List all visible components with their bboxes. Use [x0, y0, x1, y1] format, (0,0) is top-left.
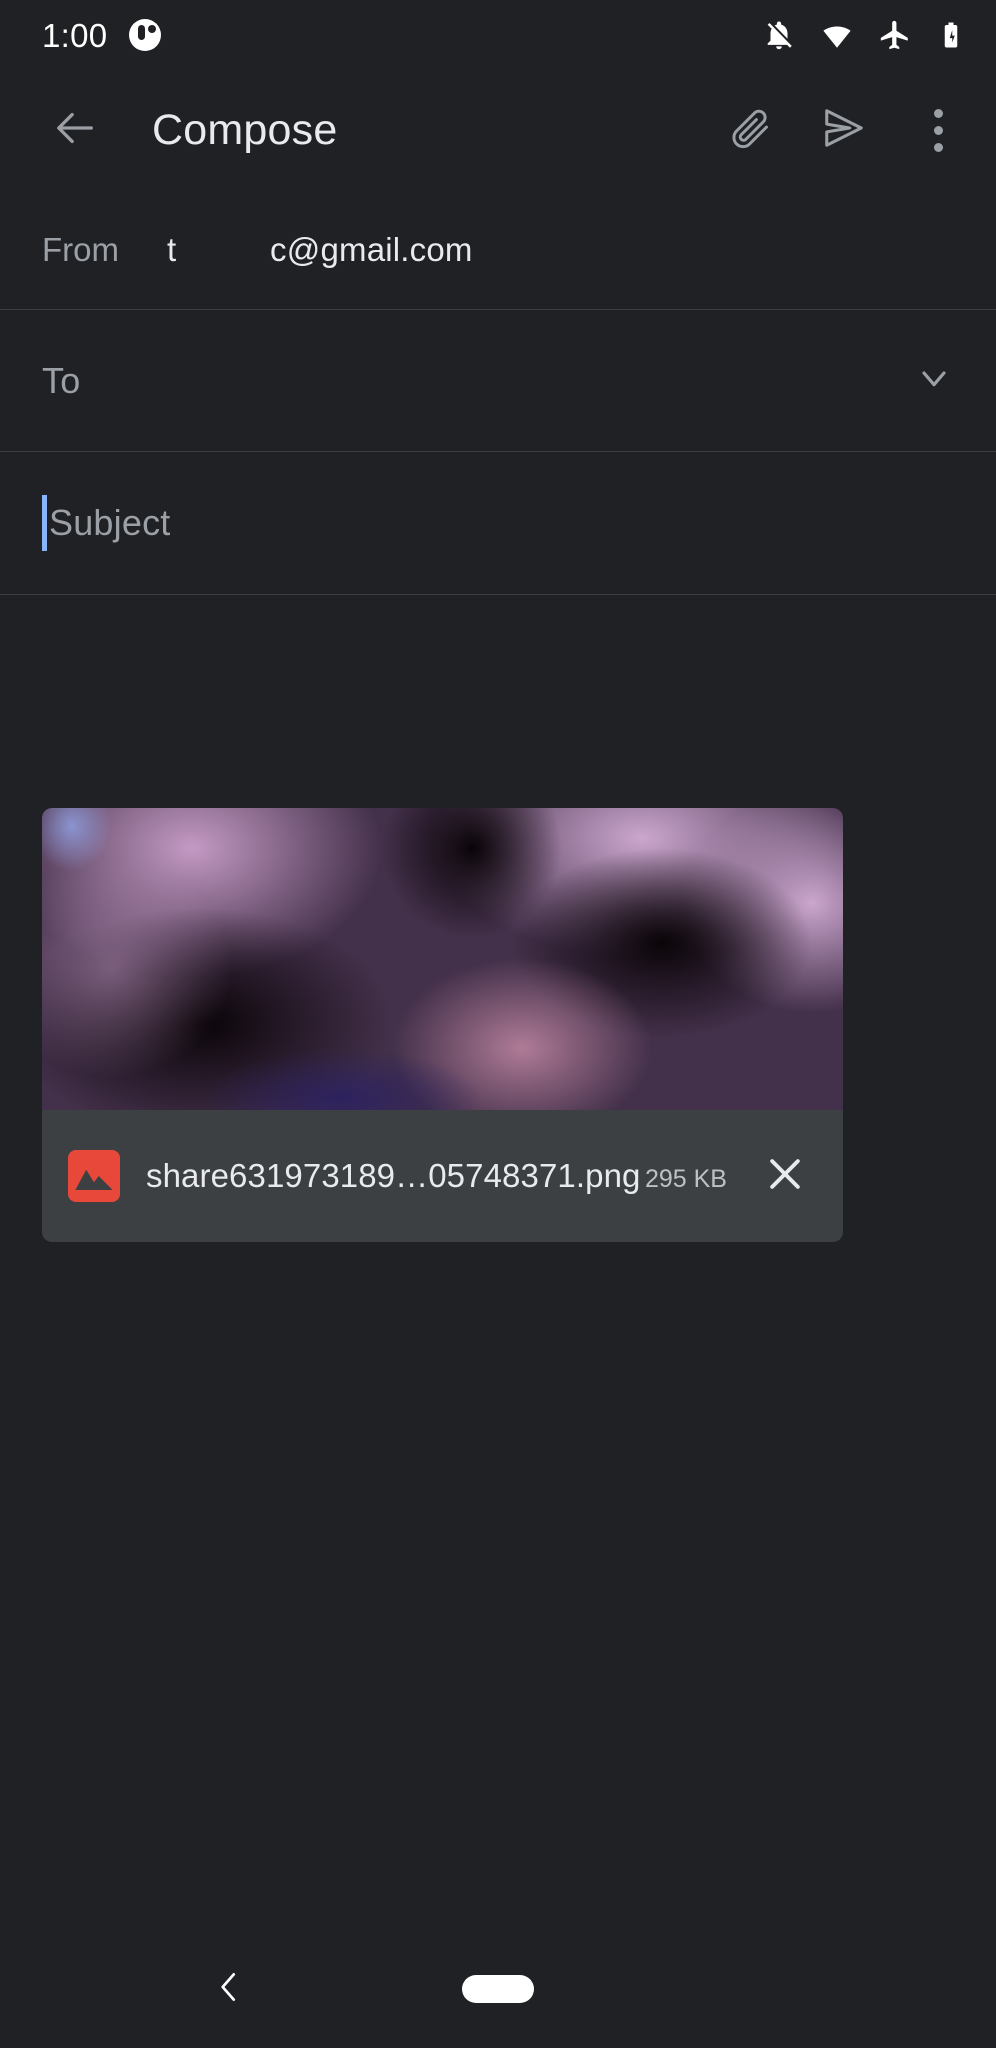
notifications-off-icon — [762, 18, 796, 52]
attachment-thumbnail-image — [42, 808, 843, 1110]
subject-input-placeholder[interactable]: Subject — [49, 502, 170, 544]
image-file-icon — [68, 1150, 120, 1202]
attach-file-icon — [728, 106, 772, 155]
page-title: Compose — [152, 105, 338, 154]
status-bar: 1:00 — [0, 0, 996, 70]
system-navigation-bar — [0, 1930, 996, 2048]
to-field-row[interactable]: To — [0, 310, 996, 452]
system-back-button[interactable] — [194, 1954, 264, 2024]
airplane-mode-icon — [878, 18, 912, 52]
message-body-area[interactable]: share631973189…05748371.png 295 KB — [0, 595, 996, 1930]
attachment-meta-row: share631973189…05748371.png 295 KB — [42, 1110, 843, 1242]
attachment-file-info: share631973189…05748371.png 295 KB — [146, 1157, 727, 1195]
text-caret — [42, 495, 47, 551]
app-bar-actions — [714, 94, 974, 166]
status-bar-clock: 1:00 — [42, 16, 108, 54]
more-options-button[interactable] — [902, 94, 974, 166]
recipients-expand-button[interactable] — [914, 358, 954, 403]
attachment-thumbnail[interactable] — [42, 808, 843, 1110]
attach-file-button[interactable] — [714, 94, 786, 166]
attachment-card[interactable]: share631973189…05748371.png 295 KB — [42, 808, 843, 1242]
close-icon — [763, 1152, 807, 1201]
subject-field-row[interactable]: Subject — [0, 452, 996, 595]
notification-badge-icon — [129, 19, 162, 51]
more-options-icon — [933, 108, 943, 152]
app-bar: Compose — [0, 70, 996, 190]
status-bar-left: 1:00 — [42, 16, 162, 54]
to-input-placeholder[interactable]: To — [42, 360, 80, 402]
back-button[interactable] — [40, 94, 112, 166]
nav-back-chevron-icon — [210, 1968, 248, 2011]
remove-attachment-button[interactable] — [753, 1144, 817, 1208]
from-field-row[interactable]: From t c@gmail.com — [0, 190, 996, 310]
attachment-file-name: share631973189…05748371.png — [146, 1157, 641, 1194]
chevron-down-icon — [914, 358, 954, 403]
status-bar-right — [762, 18, 966, 52]
send-icon — [821, 105, 867, 156]
send-button[interactable] — [808, 94, 880, 166]
arrow-back-icon — [53, 105, 99, 156]
compose-screen: 1:00 Compose From t c@gmail.com To Subje… — [0, 0, 996, 2048]
from-address-value: t c@gmail.com — [167, 230, 473, 268]
from-label: From — [42, 230, 119, 268]
battery-charging-icon — [936, 18, 966, 52]
wifi-icon — [820, 18, 854, 52]
home-pill-indicator[interactable] — [462, 1975, 534, 2003]
attachment-file-size: 295 KB — [644, 1165, 727, 1193]
